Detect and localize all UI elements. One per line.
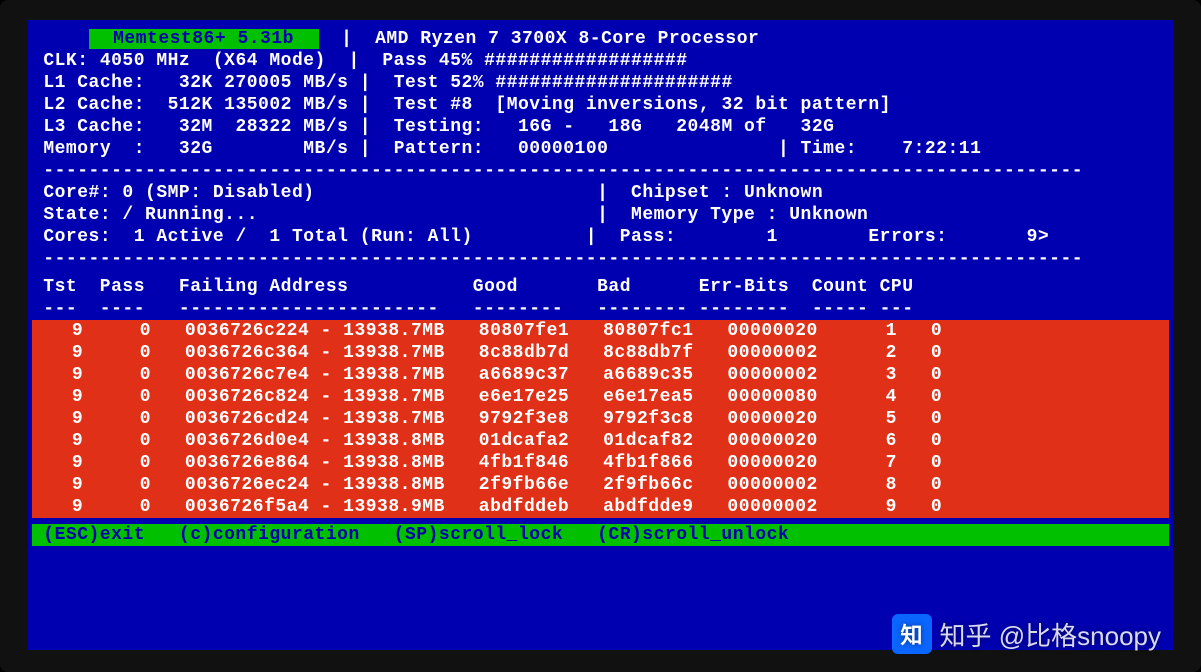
core-line: Core#: 0 (SMP: Disabled) — [43, 183, 314, 203]
clk-line: CLK: 4050 MHz (X64 Mode) — [43, 51, 326, 71]
error-table: 9 0 0036726c224 - 13938.7MB 80807fe1 808… — [32, 320, 1169, 518]
pass-progress: Pass 45% ################## — [382, 51, 687, 71]
error-table-divider: --- ---- ----------------------- -------… — [32, 298, 1169, 320]
memory-line: Memory : 32G MB/s — [43, 139, 348, 159]
error-row: 9 0 0036726d0e4 - 13938.8MB 01dcafa2 01d… — [32, 430, 1169, 452]
test-desc: Test #8 [Moving inversions, 32 bit patte… — [394, 95, 891, 115]
memtest-screen: Memtest86+ 5.31b | AMD Ryzen 7 3700X 8-C… — [28, 20, 1173, 650]
error-row: 9 0 0036726f5a4 - 13938.9MB abdfddeb abd… — [32, 496, 1169, 518]
test-progress: Test 52% ##################### — [394, 73, 733, 93]
chipset: Chipset : Unknown — [631, 183, 823, 203]
l1-cache: L1 Cache: 32K 270005 MB/s — [43, 73, 348, 93]
memory-type: Memory Type : Unknown — [631, 205, 868, 225]
testing-range: Testing: 16G - 18G 2048M of 32G — [394, 117, 835, 137]
pass-errors: Pass: 1 Errors: 9> — [620, 227, 1049, 247]
error-row: 9 0 0036726c7e4 - 13938.7MB a6689c37 a66… — [32, 364, 1169, 386]
error-row: 9 0 0036726c224 - 13938.7MB 80807fe1 808… — [32, 320, 1169, 342]
state-line: State: / Running... — [43, 205, 258, 225]
error-row: 9 0 0036726cd24 - 13938.7MB 9792f3e8 979… — [32, 408, 1169, 430]
cores-line: Cores: 1 Active / 1 Total (Run: All) — [43, 227, 472, 247]
pattern-line: Pattern: 00000100 | Time: 7:22:11 — [394, 139, 982, 159]
divider2: ----------------------------------------… — [32, 248, 1169, 270]
error-row: 9 0 0036726c364 - 13938.7MB 8c88db7d 8c8… — [32, 342, 1169, 364]
error-table-header: Tst Pass Failing Address Good Bad Err-Bi… — [32, 276, 1169, 298]
app-title: Memtest86+ 5.31b — [89, 29, 319, 49]
cpu-name: AMD Ryzen 7 3700X 8-Core Processor — [375, 29, 759, 49]
error-row: 9 0 0036726ec24 - 13938.8MB 2f9fb66e 2f9… — [32, 474, 1169, 496]
l3-cache: L3 Cache: 32M 28322 MB/s — [43, 117, 348, 137]
footer-menu[interactable]: (ESC)exit (c)configuration (SP)scroll_lo… — [32, 524, 1169, 546]
error-row: 9 0 0036726c824 - 13938.7MB e6e17e25 e6e… — [32, 386, 1169, 408]
error-row: 9 0 0036726e864 - 13938.8MB 4fb1f846 4fb… — [32, 452, 1169, 474]
l2-cache: L2 Cache: 512K 135002 MB/s — [43, 95, 348, 115]
divider: ----------------------------------------… — [32, 160, 1169, 182]
